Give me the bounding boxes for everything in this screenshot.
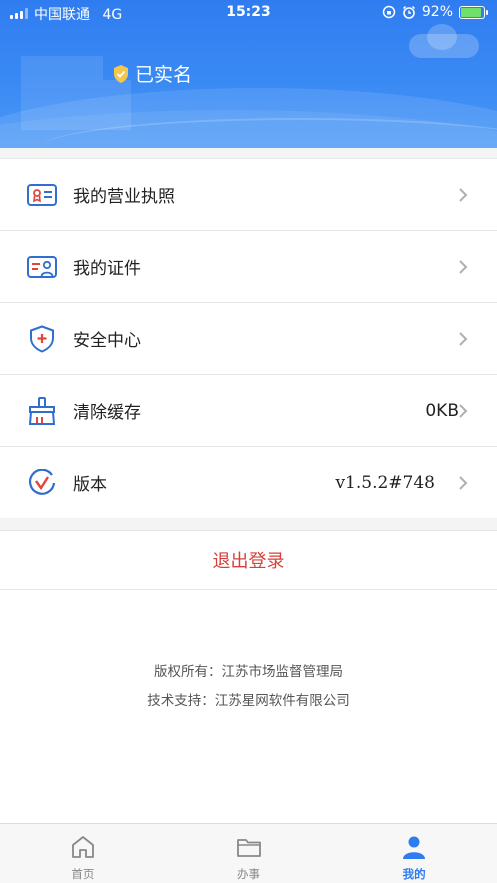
chevron-right-icon xyxy=(459,476,468,490)
tab-services[interactable]: 办事 xyxy=(166,824,332,883)
chevron-right-icon xyxy=(459,332,468,346)
bottom-tab-bar: 首页 办事 我的 xyxy=(0,823,497,883)
copyright-text: 版权所有：江苏市场监督管理局 xyxy=(154,664,343,680)
tech-support-text: 技术支持：江苏星网软件有限公司 xyxy=(147,693,350,709)
tab-home[interactable]: 首页 xyxy=(0,824,166,883)
tab-label: 我的 xyxy=(402,867,426,881)
battery-percentage: 92% xyxy=(421,4,453,20)
rotation-lock-icon xyxy=(382,5,396,19)
chevron-right-icon xyxy=(459,404,468,418)
status-bar: 中国联通 4G 15:23 92% xyxy=(0,0,497,26)
section-divider xyxy=(0,148,497,158)
cloud-decoration xyxy=(409,24,479,58)
section-divider xyxy=(0,518,497,530)
menu-item-label: 安全中心 xyxy=(73,331,141,351)
menu-item-label: 我的营业执照 xyxy=(73,187,175,207)
tab-mine[interactable]: 我的 xyxy=(331,824,497,883)
avatar[interactable] xyxy=(21,56,103,80)
shield-icon xyxy=(30,325,54,353)
menu-item-label: 我的证件 xyxy=(73,259,141,279)
version-value: v1.5.2#748 xyxy=(335,472,435,493)
tab-label: 办事 xyxy=(237,867,260,881)
tab-label: 首页 xyxy=(71,867,95,881)
menu-item-version[interactable]: 版本 v1.5.2#748 xyxy=(0,447,497,519)
user-icon xyxy=(403,836,426,859)
profile-header: 中国联通 4G 15:23 92% 已实名 xyxy=(0,0,497,148)
settings-menu: 我的营业执照 我的证件 安全中心 清除缓存 0KB 版本 v1.5.2#748 xyxy=(0,158,497,519)
user-name-area xyxy=(21,80,131,130)
folder-icon xyxy=(236,839,261,857)
battery-icon xyxy=(459,5,488,19)
broom-icon xyxy=(28,397,56,425)
verified-status: 已实名 xyxy=(112,60,192,87)
verified-label: 已实名 xyxy=(135,64,193,86)
version-icon xyxy=(28,469,56,495)
menu-item-my-certificates[interactable]: 我的证件 xyxy=(0,231,497,303)
menu-item-security-center[interactable]: 安全中心 xyxy=(0,303,497,375)
cache-size-value: 0KB xyxy=(425,400,459,421)
logout-button[interactable]: 退出登录 xyxy=(0,530,497,590)
chevron-right-icon xyxy=(459,260,468,274)
home-icon xyxy=(71,836,94,858)
menu-item-clear-cache[interactable]: 清除缓存 0KB xyxy=(0,375,497,447)
alarm-icon xyxy=(402,5,415,19)
menu-item-label: 清除缓存 xyxy=(73,403,141,423)
id-card-icon xyxy=(27,256,57,278)
business-license-icon xyxy=(27,184,57,206)
menu-item-label: 版本 xyxy=(73,475,107,495)
chevron-right-icon xyxy=(459,188,468,202)
menu-item-business-license[interactable]: 我的营业执照 xyxy=(0,159,497,231)
verified-shield-icon xyxy=(114,64,128,83)
